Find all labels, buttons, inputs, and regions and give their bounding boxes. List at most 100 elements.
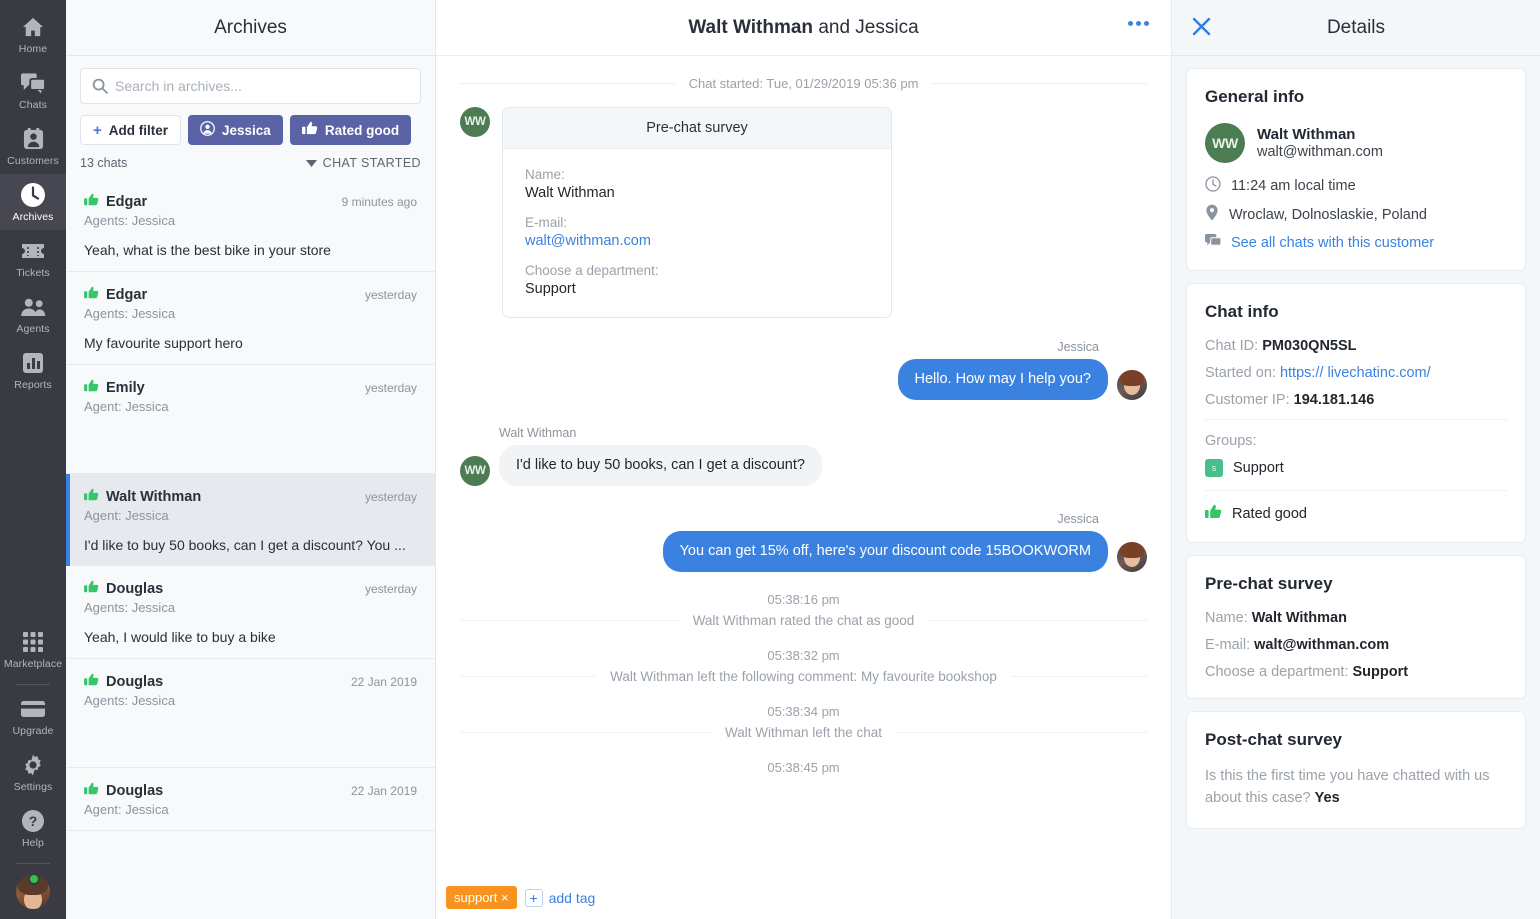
list-item-label: Edgar (106, 287, 148, 303)
see-all-chats-link[interactable]: See all chats with this customer (1205, 233, 1507, 252)
sidebar-item-tickets[interactable]: Tickets (0, 230, 66, 286)
filter-chip-agent[interactable]: Jessica (188, 115, 283, 145)
started-on-label: Started on: (1205, 365, 1276, 381)
filter-chip-agent-label: Jessica (222, 122, 271, 138)
survey-field-value-email[interactable]: walt@withman.com (525, 233, 869, 249)
thumbs-up-icon (84, 379, 99, 397)
list-item-label: Walt Withman (106, 489, 202, 505)
pre-chat-survey-title: Pre-chat survey (1205, 574, 1333, 593)
sidebar-label-chats: Chats (19, 99, 47, 111)
sidebar-item-help[interactable]: ? Help (0, 800, 66, 856)
nav-divider (16, 684, 50, 685)
survey-row: Choose a department: Support (1205, 664, 1507, 680)
sidebar-item-marketplace[interactable]: Marketplace (0, 621, 66, 677)
list-item-name-wrap: Douglas (84, 673, 163, 691)
post-chat-question-row: Is this the first time you have chatted … (1205, 766, 1507, 810)
tag-chip[interactable]: support × (446, 886, 517, 909)
reports-icon (0, 350, 66, 376)
survey-card-title: Pre-chat survey (503, 108, 891, 149)
survey-message-row: WW Pre-chat survey Name: Walt Withman E-… (460, 107, 1147, 318)
add-tag-label: add tag (548, 889, 596, 906)
sidebar-label-help: Help (22, 837, 44, 849)
customer-avatar: WW (460, 455, 490, 486)
clock-icon (0, 182, 66, 208)
add-tag-button[interactable]: + add tag (524, 888, 596, 907)
list-item[interactable]: Edgar 9 minutes ago Agents: Jessica Yeah… (66, 179, 435, 272)
message-sender: Jessica (1057, 511, 1099, 526)
filter-chip-rating[interactable]: Rated good (289, 115, 412, 145)
chat-started-label: Chat started: Tue, 01/29/2019 05:36 pm (688, 76, 919, 91)
system-event-text: Walt Withman rated the chat as good (692, 612, 915, 628)
list-item-name-wrap: Edgar (84, 193, 147, 211)
tag-label: support (454, 890, 498, 905)
list-item-name-wrap: Douglas (84, 580, 163, 598)
list-item-message: Yeah, I would like to buy a bike (84, 629, 276, 645)
card-icon (0, 696, 66, 722)
survey-row-label: E-mail: (1205, 637, 1251, 653)
list-item[interactable]: Edgar yesterday Agents: Jessica My favou… (66, 272, 435, 365)
customer-email: walt@withman.com (1257, 144, 1383, 160)
list-item-label: Emily (106, 380, 145, 396)
list-item-agent: Agents: Jessica (84, 213, 176, 228)
search-box[interactable] (80, 68, 421, 104)
customer-ip-value: 194.181.146 (1293, 392, 1375, 408)
survey-row: Name: Walt Withman (1205, 610, 1507, 626)
list-item[interactable]: Emily yesterday Agent: Jessica (66, 365, 435, 474)
nav-divider-2 (16, 863, 50, 864)
ticket-icon (0, 238, 66, 264)
plus-icon: + (524, 888, 543, 907)
avatar[interactable] (16, 867, 50, 909)
message-bubble: Hello. How may I help you? (897, 359, 1108, 400)
sort-control[interactable]: CHAT STARTED (305, 156, 421, 170)
post-chat-question: Is this the first time you have chatted … (1205, 768, 1490, 806)
close-icon[interactable] (1192, 17, 1211, 41)
filter-chip-rating-label: Rated good (324, 122, 400, 138)
list-item[interactable]: Douglas yesterday Agents: Jessica Yeah, … (66, 566, 435, 659)
sidebar-label-archives: Archives (12, 211, 54, 223)
sidebar-item-settings[interactable]: Settings (0, 744, 66, 800)
location-pin-icon (1205, 204, 1219, 225)
archives-toolbar: + Add filter Jessica Rated good (66, 56, 435, 145)
started-on-link[interactable]: https:// livechatinc.com/ (1280, 365, 1431, 381)
customers-icon (0, 126, 66, 152)
list-item[interactable]: Douglas 22 Jan 2019 Agent: Jessica (66, 768, 435, 831)
system-event: Walt Withman rated the chat as good (460, 613, 1147, 628)
local-time-value: 11:24 am local time (1231, 178, 1356, 194)
search-input[interactable] (115, 78, 402, 94)
sidebar-item-archives[interactable]: Archives (0, 174, 66, 230)
sidebar-label-tickets: Tickets (16, 267, 50, 279)
list-item-name-wrap: Emily (84, 379, 145, 397)
online-status-dot (28, 873, 40, 885)
sidebar-item-chats[interactable]: Chats (0, 62, 66, 118)
page-title: Archives (214, 16, 287, 38)
add-filter-button[interactable]: + Add filter (80, 115, 182, 145)
message-group-outgoing: Jessica Hello. How may I help you? (460, 340, 1147, 400)
close-icon[interactable]: × (501, 890, 509, 905)
tag-bar: support × + add tag (436, 878, 1171, 919)
sidebar-item-customers[interactable]: Customers (0, 118, 66, 174)
agent-avatar (1117, 369, 1147, 400)
survey-field-label: Name: (525, 167, 565, 182)
list-item-message: Yeah, what is the best bike in your stor… (84, 242, 331, 258)
person-icon (200, 121, 215, 139)
sidebar-item-upgrade[interactable]: Upgrade (0, 688, 66, 744)
customer-name: Walt Withman (1257, 126, 1356, 143)
sidebar-item-reports[interactable]: Reports (0, 342, 66, 398)
sidebar-item-home[interactable]: Home (0, 6, 66, 62)
list-item-name-wrap: Walt Withman (84, 488, 201, 506)
list-item-label: Edgar (106, 194, 148, 210)
survey-row-label: Choose a department: (1205, 664, 1349, 680)
see-all-chats-label: See all chats with this customer (1231, 234, 1435, 251)
archives-panel: Archives + Add filter (66, 0, 436, 919)
chat-started-divider: Chat started: Tue, 01/29/2019 05:36 pm (460, 76, 1147, 91)
list-item[interactable]: Douglas 22 Jan 2019 Agents: Jessica (66, 659, 435, 768)
more-options-icon[interactable] (1128, 21, 1149, 26)
event-timestamp: 05:38:34 pm (767, 703, 840, 719)
event-timestamp: 05:38:32 pm (767, 647, 840, 663)
chat-bubble-icon (1205, 233, 1222, 252)
system-event: Walt Withman left the following comment:… (460, 669, 1147, 684)
list-item-label: Douglas (106, 783, 164, 799)
list-item-selected[interactable]: Walt Withman yesterday Agent: Jessica I'… (66, 474, 435, 566)
list-item-agent: Agents: Jessica (84, 600, 176, 615)
sidebar-item-agents[interactable]: Agents (0, 286, 66, 342)
